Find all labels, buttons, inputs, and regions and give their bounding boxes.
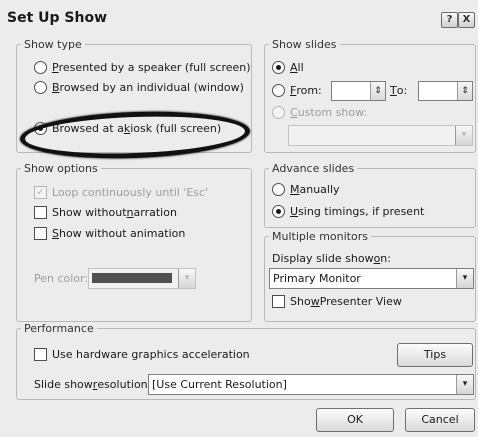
chevron-down-icon[interactable]: ▾ (456, 269, 473, 288)
loop-continuously-checkbox[interactable]: ✓ Loop continuously until 'Esc' (34, 186, 208, 199)
set-up-show-dialog: Set Up Show ? X Show type Presented by a… (0, 0, 478, 437)
pen-color-swatch (92, 273, 172, 283)
browsed-by-individual-option[interactable]: Browsed by an individual (window) (34, 81, 244, 94)
radio-selected-icon[interactable] (272, 205, 285, 218)
display-monitor-value: Primary Monitor (273, 272, 361, 285)
checkbox-icon[interactable] (272, 295, 285, 308)
checkbox-icon[interactable] (34, 206, 47, 219)
radio-icon[interactable] (272, 183, 285, 196)
chevron-down-icon[interactable]: ▾ (456, 375, 473, 394)
to-spin-icon[interactable]: ⇕ (457, 82, 472, 100)
to-label: To: (390, 84, 408, 97)
pen-color-label: Pen color: (34, 272, 89, 285)
show-type-title: Show type (21, 38, 85, 51)
from-spin-icon[interactable]: ⇕ (370, 82, 385, 100)
from-field[interactable]: ⇕ (331, 81, 386, 101)
resolution-value: [Use Current Resolution] (152, 378, 287, 391)
radio-icon[interactable] (34, 81, 47, 94)
dialog-title: Set Up Show (7, 10, 108, 26)
cancel-button[interactable]: Cancel (405, 408, 475, 432)
advance-manually-option[interactable]: Manually (272, 183, 340, 196)
radio-selected-icon[interactable] (34, 122, 47, 135)
using-timings-option[interactable]: Using timings, if present (272, 205, 424, 218)
title-bar: Set Up Show ? X (4, 4, 476, 34)
presented-by-speaker-option[interactable]: Presented by a speaker (full screen) (34, 61, 251, 74)
resolution-label: Slide show r esolution: (34, 378, 152, 391)
tips-button[interactable]: Tips (397, 343, 473, 367)
close-button[interactable]: X (458, 12, 475, 28)
performance-title: Performance (21, 322, 97, 335)
resolution-dropdown[interactable]: [Use Current Resolution] ▾ (148, 374, 474, 395)
chevron-down-icon[interactable]: ▾ (178, 269, 195, 288)
display-monitor-dropdown[interactable]: Primary Monitor ▾ (269, 268, 474, 289)
show-presenter-view-checkbox[interactable]: Sho w Presenter View (272, 295, 402, 308)
help-button[interactable]: ? (441, 12, 458, 28)
to-field[interactable]: ⇕ (418, 81, 473, 101)
hardware-acceleration-checkbox[interactable]: Use hardware graphics acceleration (34, 348, 250, 361)
without-narration-checkbox[interactable]: Show without n arration (34, 206, 177, 219)
radio-icon[interactable] (272, 84, 285, 97)
display-slide-show-label: Display slide show o n: (272, 252, 391, 265)
without-animation-checkbox[interactable]: Show without animation (34, 227, 185, 240)
radio-icon[interactable] (272, 106, 285, 119)
ok-button[interactable]: OK (316, 408, 394, 432)
checkbox-icon[interactable] (34, 227, 47, 240)
custom-show-dropdown[interactable]: ▾ (288, 125, 473, 146)
browsed-at-kiosk-option[interactable]: Browsed at a k iosk (full screen) (34, 122, 221, 135)
advance-slides-title: Advance slides (269, 162, 358, 175)
pen-color-picker[interactable]: ▾ (88, 268, 196, 289)
check-icon[interactable]: ✓ (34, 186, 47, 199)
multiple-monitors-title: Multiple monitors (269, 230, 371, 243)
custom-show-option[interactable]: Custom show: (272, 106, 367, 119)
radio-selected-icon[interactable] (272, 61, 285, 74)
checkbox-icon[interactable] (34, 348, 47, 361)
radio-icon[interactable] (34, 61, 47, 74)
advance-slides-group (264, 168, 476, 228)
show-options-title: Show options (21, 162, 101, 175)
chevron-down-icon[interactable]: ▾ (455, 126, 472, 145)
from-option[interactable]: From: (272, 84, 322, 97)
all-slides-option[interactable]: All (272, 61, 304, 74)
show-slides-title: Show slides (269, 38, 340, 51)
